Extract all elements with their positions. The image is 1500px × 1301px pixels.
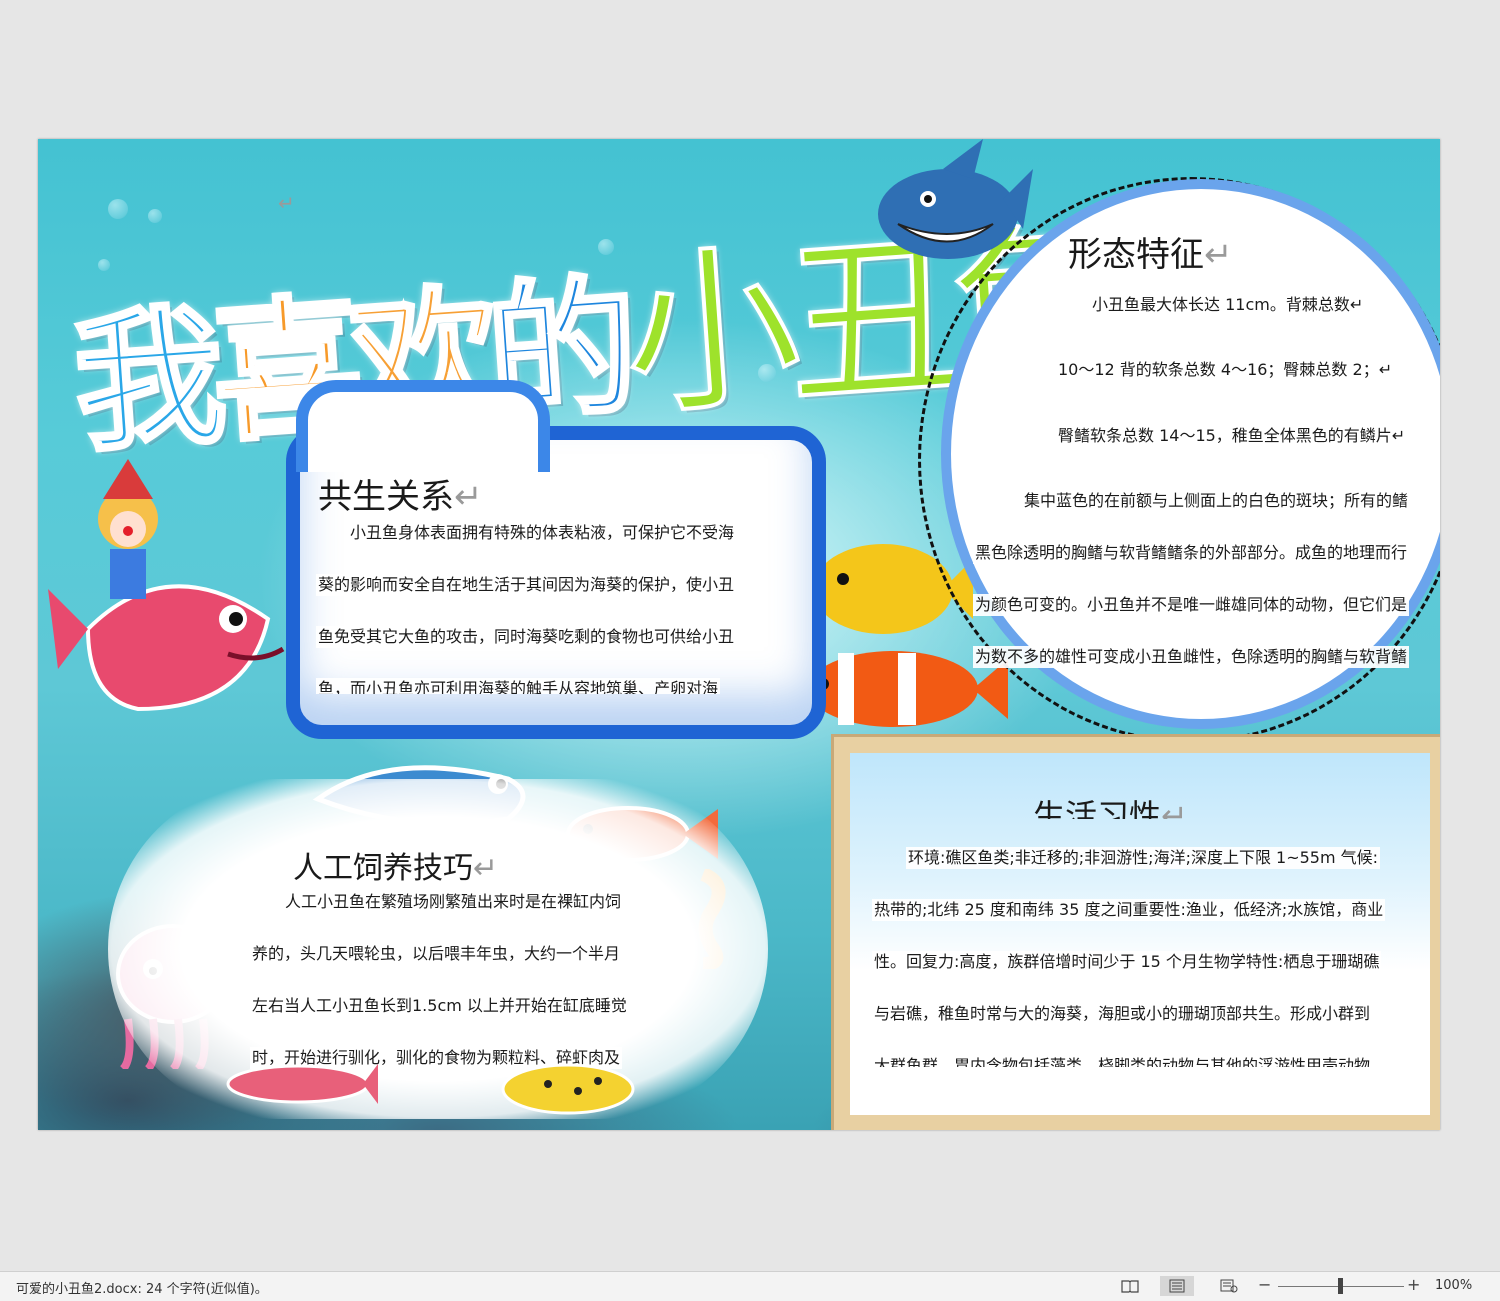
symbiosis-line[interactable]: 小丑鱼身体表面拥有特殊的体表粘液，可保护它不受海 [348, 522, 737, 544]
symbiosis-line[interactable]: 葵的影响而安全自在地生活于其间因为海葵的保护，使小丑 [316, 574, 737, 596]
habits-line[interactable]: 大群鱼群，胃内含物包括藻类、桡脚类的动物与其他的浮游性甲壳动物 [872, 1055, 1373, 1067]
symbiosis-line[interactable]: 鱼，而小丑鱼亦可利用海葵的触手从容地筑巢、产卵对海 [316, 678, 721, 694]
morphology-line[interactable]: 为数不多的雄性可变成小丑鱼雌性，色除透明的胸鳍与软背鳍 [973, 646, 1410, 668]
morphology-line[interactable]: 集中蓝色的在前额与上侧面上的白色的斑块；所有的鳍 [1022, 490, 1411, 512]
morphology-line[interactable]: 10～12 背的软条总数 4～16；臀棘总数 2；↵ [1056, 359, 1395, 381]
bubble-decoration [148, 209, 162, 223]
habits-heading[interactable]: 生活习性↵ [1033, 791, 1188, 819]
status-bar: 可爱的小丑鱼2.docx: 24 个字符(近似值)。 − + 100% [0, 1271, 1500, 1301]
web-layout-icon[interactable] [1212, 1276, 1246, 1296]
habits-heading-text: 生活习性 [1033, 797, 1162, 819]
habits-line[interactable]: 热带的;北纬 25 度和南纬 35 度之间重要性:渔业，低经济;水族馆，商业 [872, 899, 1386, 921]
paragraph-mark: ↵ [278, 191, 295, 215]
print-layout-icon[interactable] [1160, 1276, 1194, 1296]
jester-fish-illustration [48, 459, 285, 712]
document-word-count[interactable]: 可爱的小丑鱼2.docx: 24 个字符(近似值)。 [16, 1278, 268, 1297]
habits-line[interactable]: 与岩礁，稚鱼时常与大的海葵，海胆或小的珊瑚顶部共生。形成小群到 [872, 1003, 1373, 1025]
read-mode-icon[interactable] [1113, 1276, 1147, 1296]
bubble-decoration [108, 199, 128, 219]
paragraph-mark: ↵ [1161, 797, 1188, 819]
pink-fish-illustration [226, 1064, 378, 1104]
morphology-line[interactable]: 小丑鱼最大体长达 11cm。背棘总数↵ [1090, 294, 1366, 316]
zoom-in-button[interactable]: + [1407, 1275, 1420, 1294]
title-char: 我 [67, 288, 221, 475]
symbiosis-heading[interactable]: 共生关系↵ [318, 469, 483, 518]
document-page[interactable]: 我喜欢的小丑鱼 ↵ [38, 139, 1440, 1130]
symbiosis-heading-text: 共生关系 [318, 477, 454, 517]
spotted-fish-illustration [501, 1063, 635, 1115]
title-char: 小 [616, 225, 797, 443]
feeding-heading-text: 人工饲养技巧 [293, 851, 473, 886]
habits-line[interactable]: 环境:礁区鱼类;非迁移的;非洄游性;海洋;深度上下限 1~55m 气候: [906, 847, 1381, 869]
feeding-line[interactable]: 养的，头几天喂轮虫，以后喂丰年虫，大约一个半月 [250, 943, 623, 965]
symbiosis-line[interactable]: 鱼免受其它大鱼的攻击，同时海葵吃剩的食物也可供给小丑 [316, 626, 737, 648]
feeding-line[interactable]: 人工小丑鱼在繁殖场刚繁殖出来时是在裸缸内饲 [283, 891, 624, 913]
paragraph-mark: ↵ [473, 851, 499, 886]
morphology-line[interactable]: 臀鳍软条总数 14～15，稚鱼全体黑色的有鳞片↵ [1056, 425, 1408, 447]
zoom-out-button[interactable]: − [1258, 1275, 1271, 1294]
paragraph-mark: ↵ [1204, 235, 1233, 275]
zoom-slider-thumb[interactable] [1338, 1278, 1343, 1294]
habits-line[interactable]: 性。回复力:高度，族群倍增时间少于 15 个月生物学特性:栖息于珊瑚礁 [872, 951, 1382, 973]
morphology-heading-text: 形态特征 [1068, 235, 1204, 275]
morphology-line[interactable]: 黑色除透明的胸鳍与软背鳍鳍条的外部部分。成鱼的地理而行 [973, 542, 1410, 564]
feeding-line[interactable]: 左右当人工小丑鱼长到1.5cm 以上并开始在缸底睡觉 [250, 995, 629, 1017]
morphology-line[interactable]: 为颜色可变的。小丑鱼并不是唯一雌雄同体的动物，但它们是 [973, 594, 1410, 616]
morphology-heading[interactable]: 形态特征↵ [1068, 227, 1233, 276]
zoom-level[interactable]: 100% [1435, 1278, 1472, 1293]
paragraph-mark: ↵ [454, 477, 483, 517]
feeding-heading[interactable]: 人工饲养技巧↵ [293, 843, 498, 887]
